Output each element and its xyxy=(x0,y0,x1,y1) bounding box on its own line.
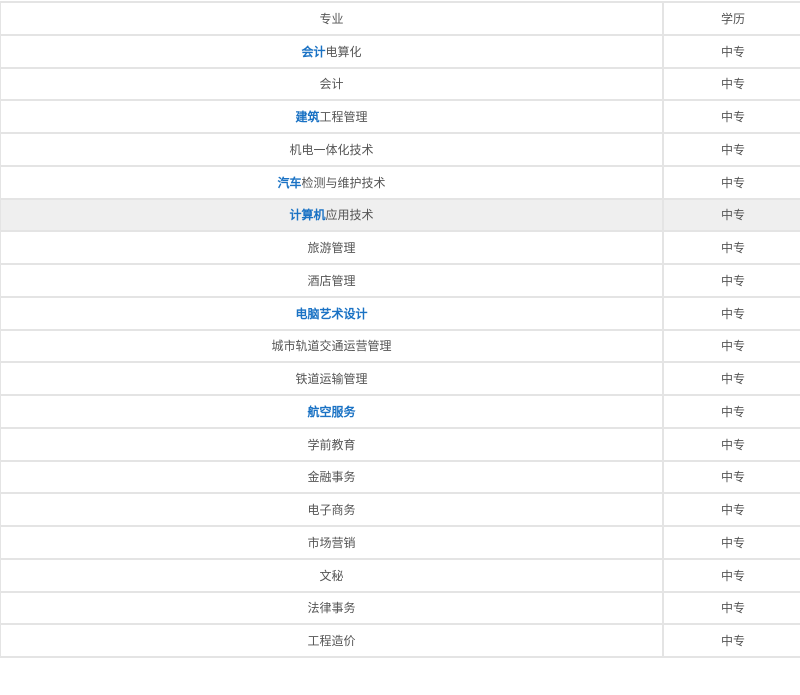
level-cell: 中专 xyxy=(662,426,800,462)
level-cell: 中专 xyxy=(662,197,800,233)
major-cell: 电脑艺术设计 xyxy=(0,295,664,331)
table-row: 工程造价 中专 xyxy=(0,623,800,658)
level-cell: 中专 xyxy=(662,394,800,429)
level-cell: 中专 xyxy=(662,459,800,495)
level-cell: 中专 xyxy=(662,328,800,364)
major-link[interactable]: 计算机 xyxy=(289,208,325,222)
majors-table: 专业 学历 会计电算化 中专 会计 中专 建筑工程管理 中专 机电一体化技术 中专 汽车检测与维… xyxy=(0,1,800,658)
major-text: 金融事务 xyxy=(307,470,356,485)
table-row: 旅游管理 中专 xyxy=(0,230,800,265)
table-row: 汽车检测与维护技术 中专 xyxy=(0,164,800,200)
table-row: 文秘 中专 xyxy=(0,557,800,593)
level-cell: 中专 xyxy=(662,525,800,560)
major-text: 学前教育 xyxy=(307,437,356,452)
major-text: 酒店管理 xyxy=(307,273,356,288)
major-text: 机电一体化技术 xyxy=(289,142,374,157)
table-row: 市场营销 中专 xyxy=(0,525,800,560)
table-row: 城市轨道交通运营管理 中专 xyxy=(0,328,800,364)
major-text: 旅游管理 xyxy=(307,241,356,256)
major-text: 文秘 xyxy=(319,568,344,583)
major-cell: 建筑工程管理 xyxy=(0,99,664,134)
level-cell: 中专 xyxy=(662,99,800,134)
major-cell: 计算机应用技术 xyxy=(0,197,664,233)
major-link[interactable]: 建筑 xyxy=(295,110,319,124)
level-cell: 中专 xyxy=(662,66,800,102)
table-row: 航空服务 中专 xyxy=(0,394,800,429)
table-row: 学前教育 中专 xyxy=(0,426,800,462)
level-cell: 中专 xyxy=(662,295,800,331)
major-text: 会计 xyxy=(319,77,344,92)
major-cell: 工程造价 xyxy=(0,623,664,658)
major-cell: 航空服务 xyxy=(0,394,664,429)
major-text: 工程造价 xyxy=(307,634,356,649)
major-link[interactable]: 会计 xyxy=(301,45,325,59)
major-link[interactable]: 电脑艺术设计 xyxy=(295,307,367,321)
major-text: 城市轨道交通运营管理 xyxy=(271,339,392,354)
table-row: 电子商务 中专 xyxy=(0,492,800,527)
major-cell: 市场营销 xyxy=(0,525,664,560)
level-cell: 中专 xyxy=(662,590,800,626)
major-cell: 旅游管理 xyxy=(0,230,664,265)
major-link[interactable]: 汽车 xyxy=(277,176,301,190)
level-cell: 中专 xyxy=(662,33,800,69)
table-row: 会计电算化 中专 xyxy=(0,33,800,69)
major-cell: 文秘 xyxy=(0,557,664,593)
major-cell: 酒店管理 xyxy=(0,263,664,298)
level-cell: 中专 xyxy=(662,557,800,593)
table-header-row: 专业 学历 xyxy=(0,1,800,36)
major-cell: 学前教育 xyxy=(0,426,664,462)
table-row: 计算机应用技术 中专 xyxy=(0,197,800,233)
table-row: 建筑工程管理 中专 xyxy=(0,99,800,134)
table-row: 电脑艺术设计 中专 xyxy=(0,295,800,331)
major-cell: 法律事务 xyxy=(0,590,664,626)
major-text: 法律事务 xyxy=(307,601,356,616)
major-text: 工程管理 xyxy=(319,110,368,125)
major-cell: 汽车检测与维护技术 xyxy=(0,164,664,200)
table-row: 法律事务 中专 xyxy=(0,590,800,626)
level-cell: 中专 xyxy=(662,263,800,298)
level-cell: 中专 xyxy=(662,361,800,396)
table-row: 酒店管理 中专 xyxy=(0,263,800,298)
header-level: 学历 xyxy=(662,1,800,36)
table-row: 铁道运输管理 中专 xyxy=(0,361,800,396)
level-cell: 中专 xyxy=(662,230,800,265)
header-major: 专业 xyxy=(0,1,664,36)
major-cell: 电子商务 xyxy=(0,492,664,527)
major-cell: 会计电算化 xyxy=(0,33,664,69)
major-text: 市场营销 xyxy=(307,535,356,550)
major-cell: 机电一体化技术 xyxy=(0,132,664,167)
level-cell: 中专 xyxy=(662,164,800,200)
table-row: 金融事务 中专 xyxy=(0,459,800,495)
major-cell: 城市轨道交通运营管理 xyxy=(0,328,664,364)
major-cell: 金融事务 xyxy=(0,459,664,495)
major-text: 铁道运输管理 xyxy=(295,372,368,387)
level-cell: 中专 xyxy=(662,132,800,167)
table-row: 会计 中专 xyxy=(0,66,800,102)
level-cell: 中专 xyxy=(662,623,800,658)
table-row: 机电一体化技术 中专 xyxy=(0,132,800,167)
major-link[interactable]: 航空服务 xyxy=(307,405,355,419)
major-text: 应用技术 xyxy=(325,208,374,223)
major-text: 电子商务 xyxy=(307,503,356,518)
major-cell: 会计 xyxy=(0,66,664,102)
level-cell: 中专 xyxy=(662,492,800,527)
major-text: 检测与维护技术 xyxy=(301,175,386,190)
majors-table-body: 专业 学历 会计电算化 中专 会计 中专 建筑工程管理 中专 机电一体化技术 中专 汽车检测与维… xyxy=(0,1,800,658)
major-text: 电算化 xyxy=(325,44,362,59)
major-cell: 铁道运输管理 xyxy=(0,361,664,396)
